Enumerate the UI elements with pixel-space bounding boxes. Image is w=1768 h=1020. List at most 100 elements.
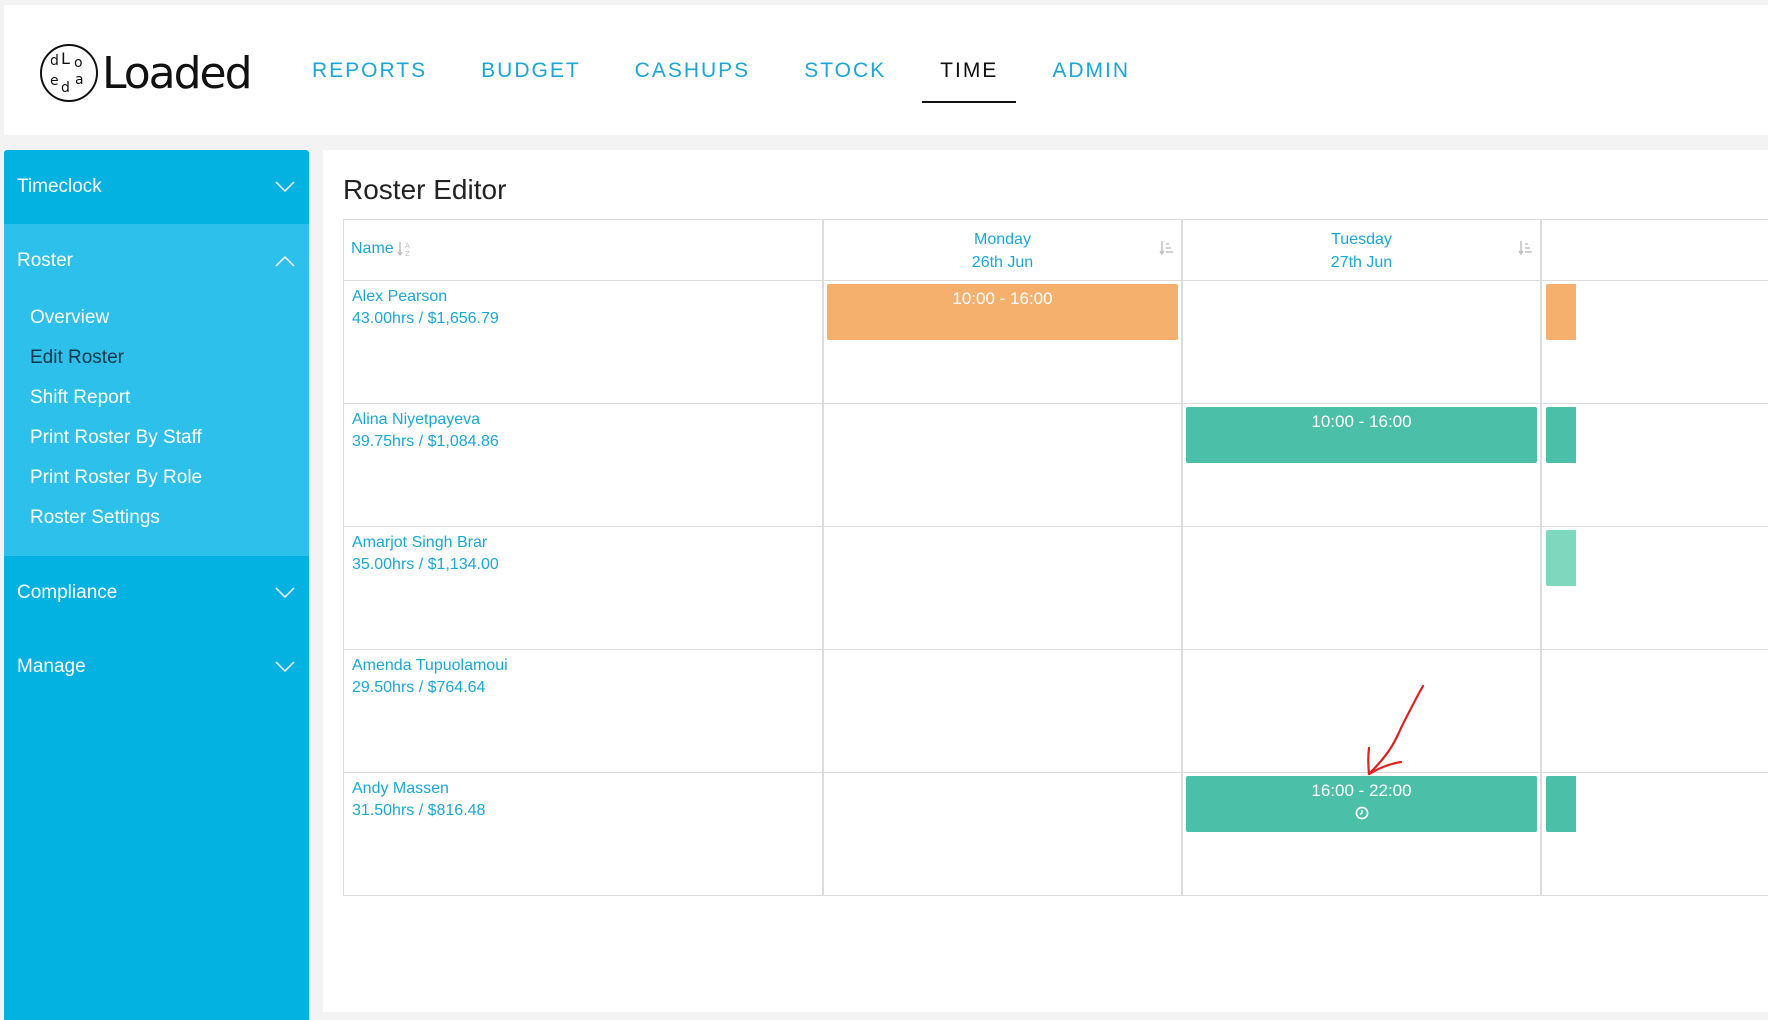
sort-icon: A Z [397,242,410,258]
shift-block[interactable]: 10:00 - 16:00 [827,284,1178,340]
shift-block[interactable]: 10:00 - 16:00 [1186,407,1537,463]
staff-info: Amarjot Singh Brar 35.00hrs / $1,134.00 [352,532,499,576]
day-name: Monday [974,231,1031,248]
roster-grid: Name A Z Monday 26th Jun Tuesday 27th Ju… [343,219,1768,896]
nav-budget[interactable]: BUDGET [463,5,599,135]
sort-icon[interactable] [1159,239,1175,257]
sidebar-section-manage[interactable]: Manage [4,630,309,704]
roster-cell[interactable] [1542,650,1768,772]
day-column-header: Tuesday 27th Jun [1183,220,1542,280]
staff-name[interactable]: Alina Niyetpayeva [352,409,499,431]
chevron-down-icon [275,181,295,193]
staff-info: Alex Pearson 43.00hrs / $1,656.79 [352,286,499,330]
day-header-text: Tuesday 27th Jun [1183,228,1540,274]
staff-info: Andy Massen 31.50hrs / $816.48 [352,778,485,822]
sidebar-section-label: Timeclock [17,176,102,197]
svg-text:A: A [405,242,410,250]
page-title: Roster Editor [343,174,507,205]
day-name: Tuesday [1331,231,1392,248]
day-header-text: Monday 26th Jun [824,228,1181,274]
staff-name[interactable]: Amarjot Singh Brar [352,532,499,554]
day-column-header: Monday 26th Jun [824,220,1183,280]
brand-name: Loaded [102,47,253,99]
sidebar-section-timeclock[interactable]: Timeclock [4,150,309,224]
roster-cell[interactable] [824,773,1183,895]
sort-icon[interactable] [1518,239,1534,257]
roster-cell[interactable] [824,404,1183,526]
shift-block[interactable]: 16:00 - 22:00 [1186,776,1537,832]
staff-cell: Alina Niyetpayeva 39.75hrs / $1,084.86 [344,404,824,526]
staff-cell: Andy Massen 31.50hrs / $816.48 [344,773,824,895]
staff-name[interactable]: Andy Massen [352,778,485,800]
chevron-down-icon [275,661,295,673]
chevron-up-icon [275,255,295,267]
main-nav: REPORTS BUDGET CASHUPS STOCK TIME ADMIN [294,5,1166,135]
staff-cell: Amenda Tupuolamoui 29.50hrs / $764.64 [344,650,824,772]
clock-icon [1355,806,1368,820]
main-panel: Roster Editor Name A Z Monday 26th Jun T… [323,150,1768,1012]
sidebar-roster-submenu: Overview Edit Roster Shift Report Print … [4,298,309,556]
staff-summary: 29.50hrs / $764.64 [352,679,486,696]
shift-block-partial[interactable] [1546,530,1576,586]
logo-mark-letter: e [50,73,59,89]
staff-name[interactable]: Amenda Tupuolamoui [352,655,508,677]
table-row: Andy Massen 31.50hrs / $816.48 16:00 - 2… [344,773,1768,896]
day-date: 26th Jun [971,254,1034,271]
roster-cell[interactable] [1542,527,1768,649]
grid-header-row: Name A Z Monday 26th Jun Tuesday 27th Ju… [344,220,1768,281]
logo-mark-letter: L [61,49,70,68]
table-row: Amarjot Singh Brar 35.00hrs / $1,134.00 [344,527,1768,650]
sidebar-section-label: Manage [17,656,86,677]
logo-mark-letter: o [74,55,83,71]
sidebar: Timeclock Roster Overview Edit Roster Sh… [4,150,309,1020]
shift-block-partial[interactable] [1546,284,1576,340]
nav-reports[interactable]: REPORTS [294,5,445,135]
roster-cell[interactable] [1183,527,1542,649]
roster-cell[interactable]: 10:00 - 16:00 [824,281,1183,403]
chevron-down-icon [275,587,295,599]
roster-cell[interactable] [1542,281,1768,403]
sidebar-item-roster-settings[interactable]: Roster Settings [4,498,309,538]
sidebar-item-edit-roster[interactable]: Edit Roster [4,338,309,378]
table-row: Alina Niyetpayeva 39.75hrs / $1,084.86 1… [344,404,1768,527]
sidebar-section-compliance[interactable]: Compliance [4,556,309,630]
roster-cell[interactable] [1542,773,1768,895]
staff-cell: Alex Pearson 43.00hrs / $1,656.79 [344,281,824,403]
day-date: 27th Jun [1330,254,1393,271]
top-header: d L o e d a Loaded REPORTS BUDGET CASHUP… [4,5,1768,135]
day-column-header-partial [1542,220,1768,280]
nav-admin[interactable]: ADMIN [1034,5,1148,135]
annotation-arrow-icon [1367,684,1425,776]
roster-cell[interactable]: 16:00 - 22:00 [1183,773,1542,895]
staff-summary: 43.00hrs / $1,656.79 [352,310,499,327]
roster-cell[interactable] [1183,281,1542,403]
table-row: Amenda Tupuolamoui 29.50hrs / $764.64 [344,650,1768,773]
staff-summary: 35.00hrs / $1,134.00 [352,556,499,573]
staff-summary: 39.75hrs / $1,084.86 [352,433,499,450]
staff-cell: Amarjot Singh Brar 35.00hrs / $1,134.00 [344,527,824,649]
brand-logo[interactable]: d L o e d a Loaded [40,41,253,105]
name-column-header: Name A Z [344,220,824,280]
nav-stock[interactable]: STOCK [786,5,904,135]
nav-cashups[interactable]: CASHUPS [617,5,769,135]
table-row: Alex Pearson 43.00hrs / $1,656.79 10:00 … [344,281,1768,404]
sidebar-item-print-roster-by-role[interactable]: Print Roster By Role [4,458,309,498]
logo-mark-letter: d [61,80,70,96]
roster-cell[interactable] [824,650,1183,772]
roster-cell[interactable] [1542,404,1768,526]
name-sort-button[interactable]: Name A Z [351,240,413,258]
sidebar-item-shift-report[interactable]: Shift Report [4,378,309,418]
roster-cell[interactable] [1183,650,1542,772]
roster-cell[interactable]: 10:00 - 16:00 [1183,404,1542,526]
nav-time[interactable]: TIME [922,5,1017,135]
logo-mark-letter: d [50,53,59,69]
staff-name[interactable]: Alex Pearson [352,286,499,308]
shift-block-partial[interactable] [1546,407,1576,463]
name-header-label: Name [351,240,394,257]
sidebar-item-print-roster-by-staff[interactable]: Print Roster By Staff [4,418,309,458]
sidebar-section-roster[interactable]: Roster [4,224,309,298]
sidebar-item-overview[interactable]: Overview [4,298,309,338]
staff-info: Amenda Tupuolamoui 29.50hrs / $764.64 [352,655,508,699]
roster-cell[interactable] [824,527,1183,649]
shift-block-partial[interactable] [1546,776,1576,832]
